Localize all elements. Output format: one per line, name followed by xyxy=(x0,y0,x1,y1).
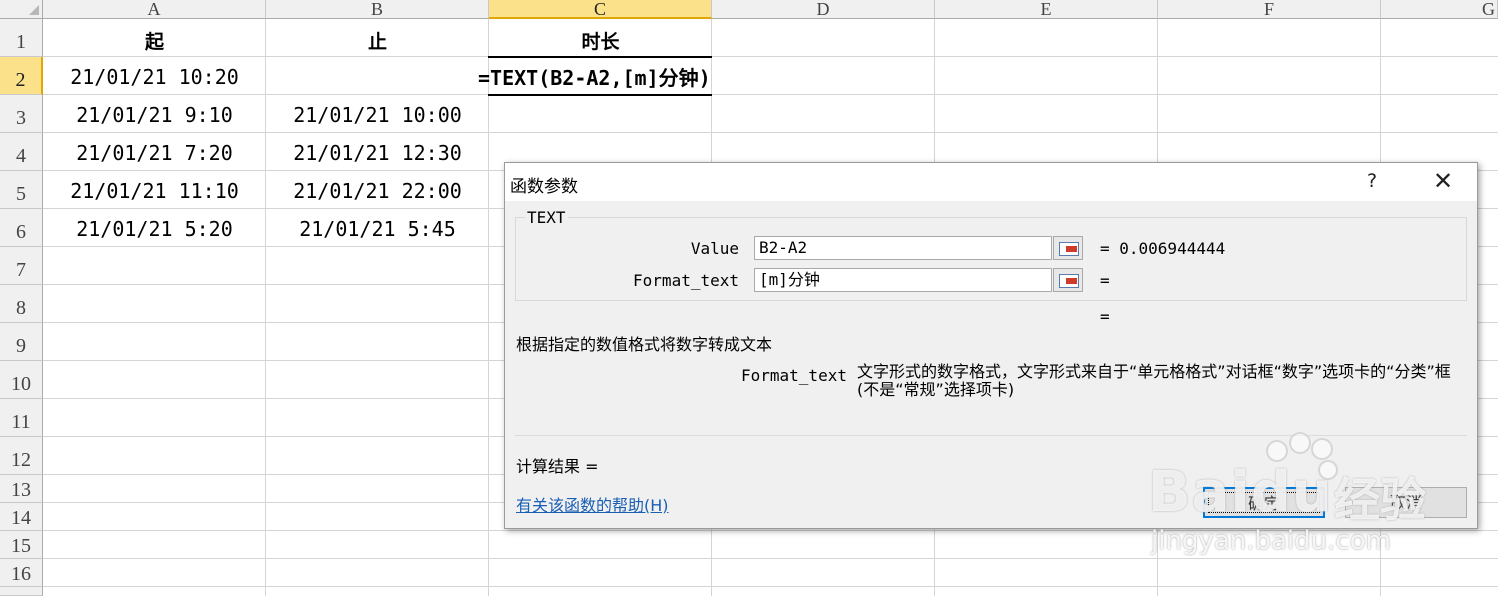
calc-result-label: 计算结果 = xyxy=(516,457,599,476)
format-text-arg-result: = xyxy=(1100,271,1110,290)
cell-c1[interactable]: 时长 xyxy=(489,27,712,54)
cell-b4[interactable]: 21/01/21 12:30 xyxy=(266,141,489,165)
row-header-6[interactable]: 6 xyxy=(0,209,43,247)
row-header-5[interactable]: 5 xyxy=(0,171,43,209)
row-header-16[interactable]: 16 xyxy=(0,559,43,587)
arg-description-text: 文字形式的数字格式，文字形式来自于“单元格格式”对话框“数字”选项卡的“分类”框… xyxy=(857,362,1451,399)
row-header-14[interactable]: 14 xyxy=(0,503,43,531)
arg-description-name: Format_text xyxy=(741,366,847,385)
cell-a1[interactable]: 起 xyxy=(43,27,266,54)
cell-b3[interactable]: 21/01/21 10:00 xyxy=(266,103,489,127)
function-arguments-dialog: 函数参数 ? ✕ TEXT Value B2-A2 = 0.006944444 … xyxy=(504,162,1478,529)
row-header-4[interactable]: 4 xyxy=(0,133,43,171)
row-header-3[interactable]: 3 xyxy=(0,95,43,133)
help-icon[interactable]: ? xyxy=(1367,170,1377,192)
cell-c2-formula[interactable]: =TEXT(B2-A2,[m]分钟) xyxy=(478,62,711,91)
cell-b6[interactable]: 21/01/21 5:45 xyxy=(266,217,489,241)
row-header-2[interactable]: 2 xyxy=(0,57,43,95)
overall-result-eq: = xyxy=(1100,307,1110,326)
cancel-button[interactable]: 取消 xyxy=(1345,487,1467,518)
row-header-8[interactable]: 8 xyxy=(0,285,43,323)
row-header-7[interactable]: 7 xyxy=(0,247,43,285)
row-header-13[interactable]: 13 xyxy=(0,475,43,503)
dialog-titlebar[interactable]: 函数参数 ? ✕ xyxy=(505,163,1477,201)
column-header-d[interactable]: D xyxy=(712,0,935,19)
column-header-c[interactable]: C xyxy=(489,0,712,19)
cell-b1[interactable]: 止 xyxy=(266,27,489,54)
ok-button[interactable]: 确定 xyxy=(1203,487,1325,518)
function-name-label: TEXT xyxy=(525,208,568,227)
cell-a3[interactable]: 21/01/21 9:10 xyxy=(43,103,266,127)
row-header-11[interactable]: 11 xyxy=(0,399,43,437)
dialog-title: 函数参数 xyxy=(510,177,578,197)
row-header-15[interactable]: 15 xyxy=(0,531,43,559)
value-arg-label: Value xyxy=(690,239,739,258)
row-header-10[interactable]: 10 xyxy=(0,361,43,399)
column-header-a[interactable]: A xyxy=(43,0,266,19)
row-header-17-partial xyxy=(0,587,43,596)
close-icon[interactable]: ✕ xyxy=(1433,167,1453,195)
row-header-1[interactable]: 1 xyxy=(0,19,43,57)
select-all-corner[interactable] xyxy=(0,0,43,19)
column-header-b[interactable]: B xyxy=(266,0,489,19)
function-help-link[interactable]: 有关该函数的帮助(H) xyxy=(516,492,669,516)
format-text-range-select-icon[interactable] xyxy=(1053,268,1083,292)
value-arg-result: = 0.006944444 xyxy=(1100,239,1226,258)
cell-b5[interactable]: 21/01/21 22:00 xyxy=(266,179,489,203)
row-header-9[interactable]: 9 xyxy=(0,323,43,361)
format-text-arg-input[interactable]: [m]分钟 xyxy=(754,268,1052,292)
column-header-f[interactable]: F xyxy=(1158,0,1381,19)
cell-a4[interactable]: 21/01/21 7:20 xyxy=(43,141,266,165)
cell-a5[interactable]: 21/01/21 11:10 xyxy=(43,179,266,203)
cancel-button-label: 取消 xyxy=(1389,493,1422,512)
value-range-select-icon[interactable] xyxy=(1053,236,1083,260)
cell-a6[interactable]: 21/01/21 5:20 xyxy=(43,217,266,241)
value-arg-input[interactable]: B2-A2 xyxy=(754,236,1052,260)
function-description: 根据指定的数值格式将数字转成文本 xyxy=(516,335,773,354)
cell-a2[interactable]: 21/01/21 10:20 xyxy=(43,65,266,89)
column-header-e[interactable]: E xyxy=(935,0,1158,19)
row-header-12[interactable]: 12 xyxy=(0,437,43,475)
dialog-divider xyxy=(515,435,1467,436)
format-text-arg-label: Format_text xyxy=(633,271,739,290)
column-header-g[interactable]: G xyxy=(1381,0,1498,19)
